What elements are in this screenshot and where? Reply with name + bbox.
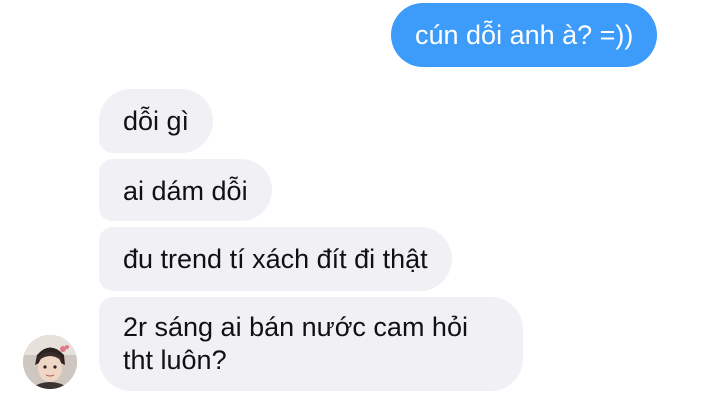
message-text: cún dỗi anh à? =)) bbox=[415, 20, 634, 50]
message-bubble-received[interactable]: 2r sáng ai bán nước cam hỏi tht luôn? bbox=[99, 297, 523, 391]
message-text: đu trend tí xách đít đi thật bbox=[123, 244, 428, 274]
avatar[interactable] bbox=[23, 335, 77, 389]
message-bubble-received[interactable]: đu trend tí xách đít đi thật bbox=[99, 227, 452, 291]
message-text: 2r sáng ai bán nước cam hỏi tht luôn? bbox=[123, 312, 468, 375]
message-text: ai dám dỗi bbox=[123, 176, 248, 206]
message-text: dỗi gì bbox=[123, 106, 190, 136]
message-bubble-received[interactable]: dỗi gì bbox=[99, 89, 214, 153]
message-bubble-sent[interactable]: cún dỗi anh à? =)) bbox=[391, 3, 658, 67]
user-avatar-icon bbox=[23, 335, 77, 389]
message-bubble-received[interactable]: ai dám dỗi bbox=[99, 159, 272, 221]
